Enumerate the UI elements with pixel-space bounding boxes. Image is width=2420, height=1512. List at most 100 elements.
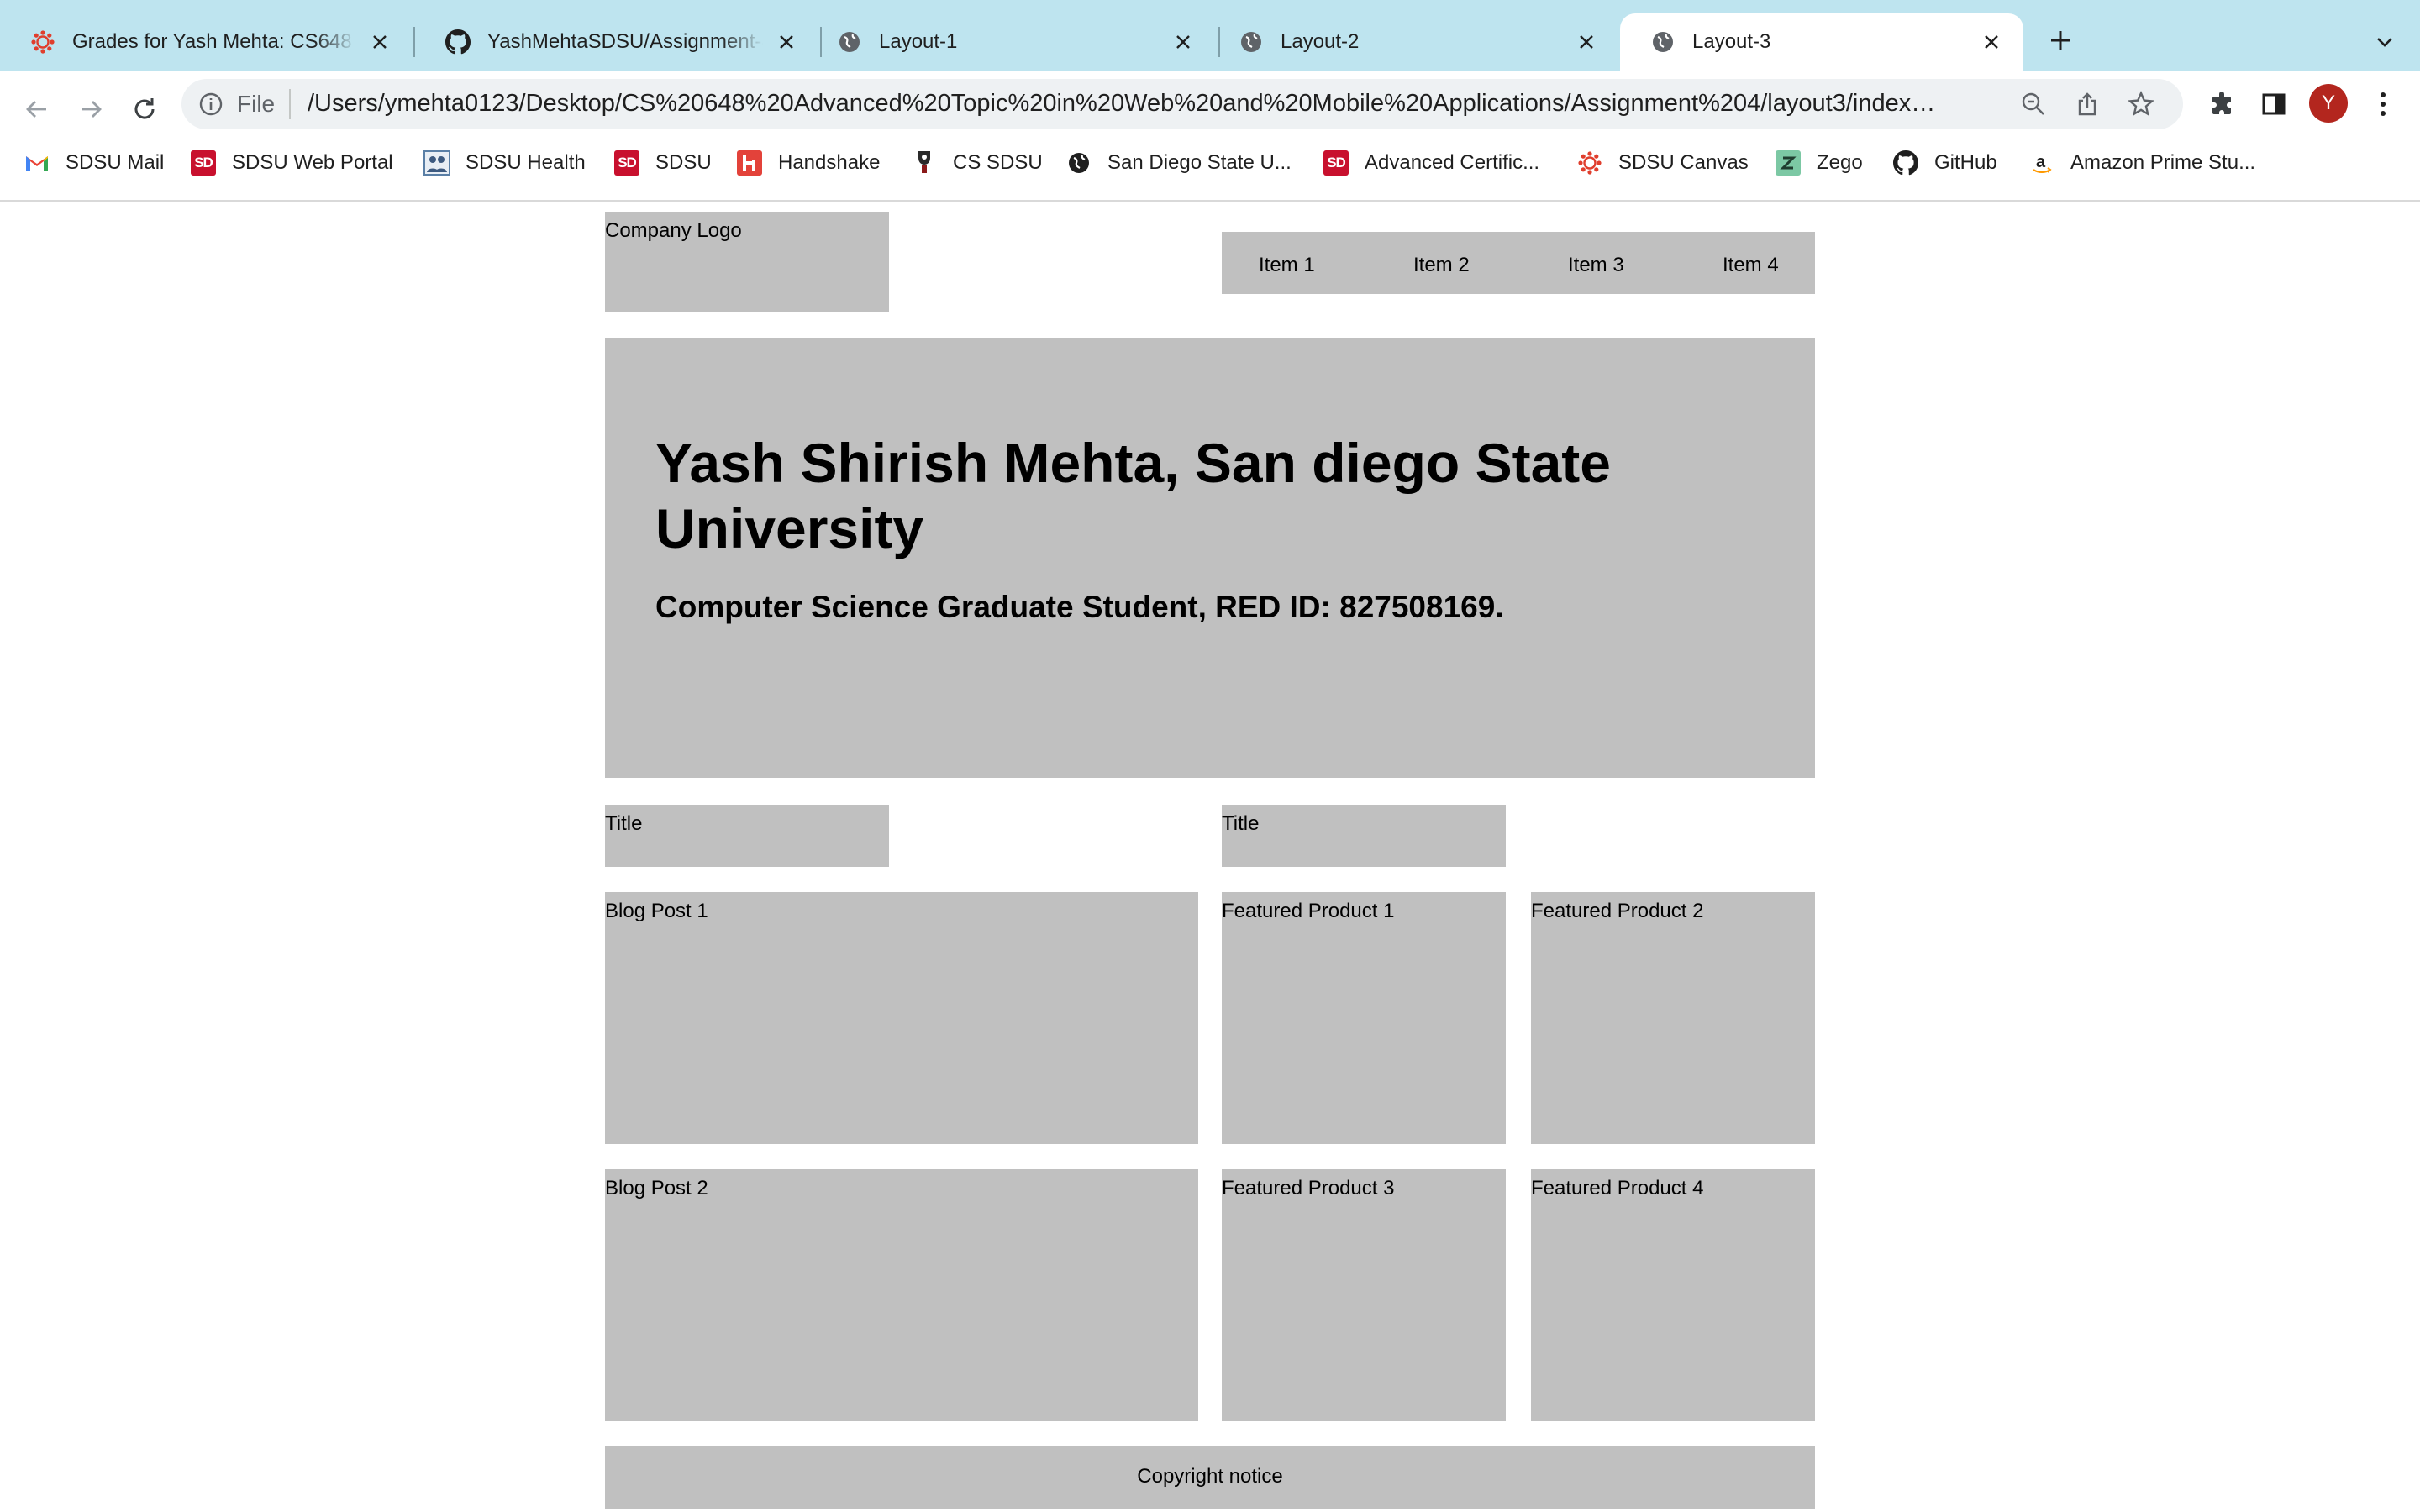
bookmark-github[interactable]: GitHub — [1892, 141, 1997, 185]
bookmark-label: SDSU Health — [466, 151, 586, 174]
share-icon — [2078, 92, 2096, 116]
zoom-button[interactable] — [2018, 89, 2049, 119]
bookmark-san-diego-state[interactable]: San Diego State U... — [1065, 141, 1292, 185]
bookmark-label: San Diego State U... — [1107, 151, 1292, 174]
back-button[interactable] — [15, 87, 59, 131]
featured-product-4[interactable]: Featured Product 4 — [1531, 1169, 1815, 1421]
tab-title: Grades for Yash Mehta: CS648 Advanced To… — [72, 30, 356, 53]
blog-post-label: Blog Post 2 — [605, 1177, 708, 1200]
share-button[interactable] — [2072, 89, 2102, 119]
bookmark-sdsu-web-portal[interactable]: SD SDSU Web Portal — [190, 141, 393, 185]
company-logo[interactable]: Company Logo — [605, 212, 889, 312]
bookmark-sdsu[interactable]: SD SDSU — [613, 141, 712, 185]
tab-title: YashMehtaSDSU/Assignment-4 — [487, 30, 763, 53]
product-label: Featured Product 4 — [1531, 1177, 1704, 1200]
bookmark-label: Handshake — [778, 151, 881, 174]
featured-product-2[interactable]: Featured Product 2 — [1531, 892, 1815, 1144]
logo-label: Company Logo — [605, 219, 742, 242]
section-title-label: Title — [605, 812, 643, 835]
side-panel-button[interactable] — [2255, 86, 2292, 123]
close-icon[interactable] — [1575, 30, 1598, 54]
nav-item-4[interactable]: Item 4 — [1723, 254, 1779, 277]
bookmark-star-button[interactable] — [2126, 89, 2156, 119]
bookmark-handshake[interactable]: Handshake — [736, 141, 880, 185]
tab-github[interactable]: YashMehtaSDSU/Assignment-4 — [415, 13, 818, 71]
reload-icon — [134, 98, 155, 119]
blog-post-1[interactable]: Blog Post 1 — [605, 892, 1198, 1144]
arrow-right-icon — [82, 101, 102, 118]
bookmark-advanced-certificate[interactable]: SD Advanced Certific... — [1323, 141, 1539, 185]
handshake-icon — [736, 150, 763, 176]
bookmark-sdsu-health[interactable]: SDSU Health — [424, 141, 586, 185]
hero-banner: Yash Shirish Mehta, San diego State Univ… — [605, 338, 1815, 778]
new-tab-button[interactable] — [2044, 24, 2077, 57]
tab-layout-3[interactable]: Layout-3 — [1620, 13, 2023, 71]
bookmarks-bar: SDSU Mail SD SDSU Web Portal SDSU Health… — [0, 141, 2420, 185]
bookmark-zego[interactable]: Zego — [1775, 141, 1863, 185]
forward-button[interactable] — [69, 87, 113, 131]
tab-layout-1[interactable]: Layout-1 — [807, 13, 1215, 71]
footer: Copyright notice — [605, 1446, 1815, 1509]
cs-sdsu-icon — [911, 150, 938, 176]
blog-post-2[interactable]: Blog Post 2 — [605, 1169, 1198, 1421]
product-label: Featured Product 2 — [1531, 900, 1704, 922]
gmail-icon — [24, 150, 50, 176]
globe-icon — [1239, 29, 1264, 55]
zoom-out-icon — [2022, 92, 2044, 115]
bookmark-sdsu-canvas[interactable]: SDSU Canvas — [1576, 141, 1749, 185]
arrow-left-icon — [26, 101, 46, 118]
blog-post-label: Blog Post 1 — [605, 900, 708, 922]
puzzle-icon — [2212, 92, 2231, 114]
side-panel-icon — [2262, 93, 2286, 115]
nav-item-1[interactable]: Item 1 — [1259, 254, 1315, 277]
close-icon[interactable] — [368, 30, 392, 54]
tab-layout-2[interactable]: Layout-2 — [1208, 13, 1618, 71]
close-icon[interactable] — [1171, 30, 1195, 54]
github-icon — [445, 29, 471, 55]
url-text[interactable]: /Users/ymehta0123/Desktop/CS%20648%20Adv… — [308, 90, 1938, 118]
bookmark-label: CS SDSU — [953, 151, 1043, 174]
bookmark-label: Advanced Certific... — [1365, 151, 1540, 174]
nav-item-2[interactable]: Item 2 — [1413, 254, 1470, 277]
tab-title: Layout-2 — [1281, 30, 1360, 53]
address-bar[interactable]: File /Users/ymehta0123/Desktop/CS%20648%… — [182, 79, 2183, 129]
svg-text:a: a — [2036, 153, 2046, 171]
section-title-label: Title — [1222, 812, 1260, 835]
sdsu-logo-icon: SD — [190, 150, 217, 176]
bookmark-label: SDSU Canvas — [1618, 151, 1749, 174]
scheme-label: File — [237, 91, 276, 117]
star-icon — [2128, 91, 2154, 117]
profile-avatar[interactable]: Y — [2309, 84, 2348, 123]
plus-icon — [2051, 31, 2070, 50]
section-title-blog: Title — [605, 805, 889, 867]
close-icon[interactable] — [1980, 30, 2003, 54]
github-icon — [1892, 150, 1919, 176]
close-icon[interactable] — [775, 30, 798, 54]
bookmark-label: SDSU — [655, 151, 712, 174]
section-title-products: Title — [1222, 805, 1506, 867]
bookmark-amazon-prime[interactable]: a Amazon Prime Stu... — [2028, 141, 2255, 185]
top-navigation: Item 1 Item 2 Item 3 Item 4 — [1222, 232, 1815, 294]
reload-button[interactable] — [123, 87, 166, 131]
hero-title: Yash Shirish Mehta, San diego State Univ… — [655, 432, 1611, 559]
bookmark-cs-sdsu[interactable]: CS SDSU — [911, 141, 1043, 185]
canvas-icon — [1576, 150, 1603, 176]
amazon-icon: a — [2028, 150, 2055, 176]
featured-product-3[interactable]: Featured Product 3 — [1222, 1169, 1506, 1421]
bookmark-label: SDSU Web Portal — [232, 151, 393, 174]
chevron-down-icon — [2377, 38, 2392, 47]
tab-title: Layout-3 — [1692, 30, 1771, 53]
copyright-notice: Copyright notice — [1137, 1465, 1283, 1488]
extensions-button[interactable] — [2203, 86, 2240, 123]
featured-product-1[interactable]: Featured Product 1 — [1222, 892, 1506, 1144]
globe-icon — [837, 29, 862, 55]
zego-icon — [1775, 150, 1802, 176]
tab-search-button[interactable] — [2368, 25, 2402, 59]
bookmark-label: SDSU Mail — [66, 151, 165, 174]
info-icon[interactable] — [198, 92, 224, 117]
sdsu-logo-icon: SD — [613, 150, 640, 176]
nav-item-3[interactable]: Item 3 — [1568, 254, 1624, 277]
bookmark-sdsu-mail[interactable]: SDSU Mail — [24, 141, 164, 185]
menu-button[interactable] — [2365, 86, 2402, 123]
tab-grades[interactable]: Grades for Yash Mehta: CS648 Advanced To… — [0, 13, 412, 71]
